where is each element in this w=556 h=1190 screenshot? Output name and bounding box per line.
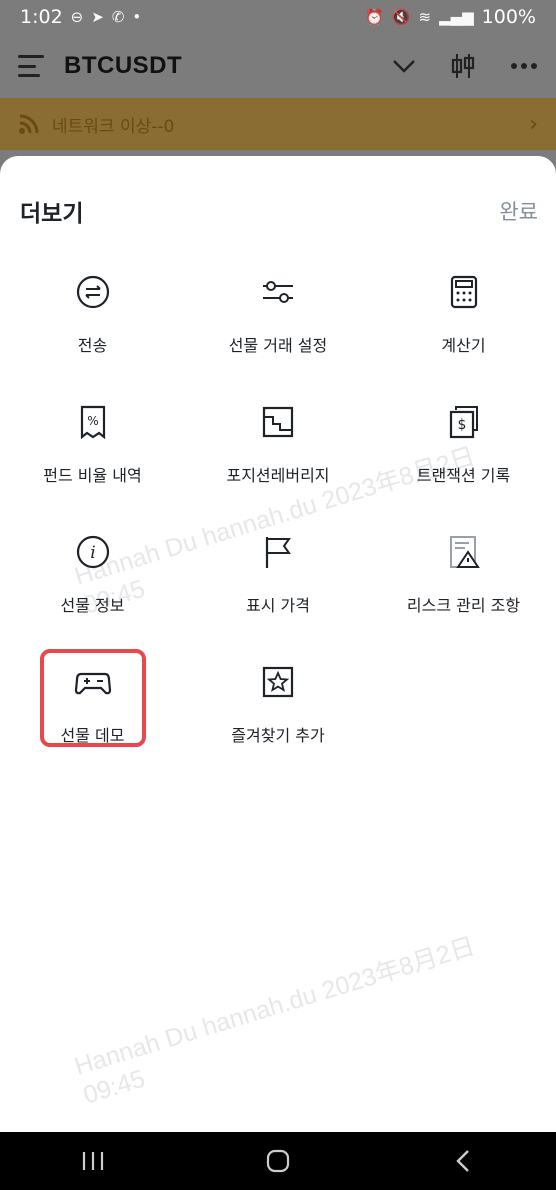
chevron-down-icon[interactable] (392, 59, 416, 73)
back-button[interactable] (433, 1141, 493, 1181)
more-icon[interactable] (510, 62, 538, 70)
grid-item-label: 트랜잭션 기록 (416, 466, 511, 485)
recent-apps-button[interactable] (63, 1141, 123, 1181)
home-button[interactable] (248, 1141, 308, 1181)
grid-item-label: 리스크 관리 조항 (406, 596, 521, 615)
app-header: BTCUSDT (0, 34, 556, 98)
grid-item-label: 선물 정보 (60, 596, 125, 615)
minus-circle-icon: ⊖ (70, 8, 84, 26)
signal-icon: ▂▄▆ (439, 8, 474, 26)
svg-text:i: i (90, 543, 95, 563)
menu-icon[interactable] (18, 55, 44, 77)
grid-item-futures-demo[interactable]: 선물 데모 (0, 646, 185, 776)
grid-item-mark-price[interactable]: 표시 가격 (185, 516, 371, 646)
star-icon (262, 666, 294, 698)
transaction-history-icon: $ (449, 406, 478, 439)
info-icon: i (76, 535, 109, 569)
grid-item-add-favorite[interactable]: 즐겨찾기 추가 (185, 646, 371, 776)
rss-icon (19, 114, 39, 134)
grid-item-calculator[interactable]: 계산기 (371, 256, 556, 386)
calculator-icon (450, 275, 477, 309)
dot-icon: • (132, 8, 142, 26)
network-alert-text: 네트워크 이상--0 (52, 116, 175, 137)
grid-item-label: 펀드 비율 내역 (43, 466, 142, 485)
recent-apps-icon (82, 1152, 103, 1170)
grid-item-futures-settings[interactable]: 선물 거래 설정 (185, 256, 371, 386)
home-icon (266, 1149, 290, 1173)
svg-text:%: % (87, 414, 98, 428)
system-nav-bar (0, 1132, 556, 1190)
done-button[interactable]: 완료 (499, 196, 538, 226)
grid-item-label: 표시 가격 (246, 596, 310, 615)
grid-item-position-leverage[interactable]: 포지션레버리지 (185, 386, 371, 516)
watermark: Hannah Du hannah.du 2023年8月2日 09:45 (71, 932, 479, 1110)
network-alert-bar[interactable]: 네트워크 이상--0 › (0, 98, 556, 150)
grid-item-label: 계산기 (441, 336, 486, 355)
risk-warning-icon (449, 536, 480, 568)
sheet-title: 더보기 (20, 201, 84, 227)
grid-item-label: 포지션레버리지 (226, 466, 330, 485)
flag-icon (265, 537, 291, 568)
mute-icon: 🔇 (391, 8, 411, 26)
clock: 1:02 (20, 6, 63, 28)
highlight-box (40, 649, 146, 747)
grid-item-funding-rate-history[interactable]: % 펀드 비율 내역 (0, 386, 185, 516)
grid-item-label: 전송 (77, 336, 108, 355)
leverage-icon (262, 406, 294, 438)
more-sheet: Hannah Du hannah.du 2023年8月2日 09:45 Hanna… (0, 156, 556, 1132)
sliders-icon (263, 281, 293, 303)
grid-item-risk-terms[interactable]: 리스크 관리 조항 (371, 516, 556, 646)
grid-item-label: 즐겨찾기 추가 (231, 726, 325, 745)
candlestick-icon[interactable] (450, 52, 476, 80)
symbol-title[interactable]: BTCUSDT (64, 52, 182, 80)
wifi-icon: ≋ (418, 8, 432, 26)
status-bar: 1:02 ⊖ ➤ ✆ • ⏰ 🔇 ≋ ▂▄▆ 100% (0, 0, 556, 34)
battery-level: 100% (481, 6, 536, 28)
back-icon (456, 1150, 470, 1172)
chevron-right-icon: › (529, 111, 538, 137)
grid-item-futures-info[interactable]: i 선물 정보 (0, 516, 185, 646)
whatsapp-icon: ✆ (111, 8, 125, 26)
grid-item-transaction-history[interactable]: $ 트랜잭션 기록 (371, 386, 556, 516)
transfer-icon (76, 275, 109, 309)
grid-item-transfer[interactable]: 전송 (0, 256, 185, 386)
menu-grid: 전송 선물 거래 설정 계산기 % 펀드 비율 내역 포지션레버리지 $ 트랜잭… (0, 256, 556, 776)
svg-text:$: $ (457, 417, 466, 433)
telegram-icon: ➤ (91, 8, 104, 26)
grid-item-label: 선물 거래 설정 (228, 336, 328, 355)
funding-rate-icon: % (80, 405, 105, 440)
alarm-icon: ⏰ (365, 8, 384, 26)
